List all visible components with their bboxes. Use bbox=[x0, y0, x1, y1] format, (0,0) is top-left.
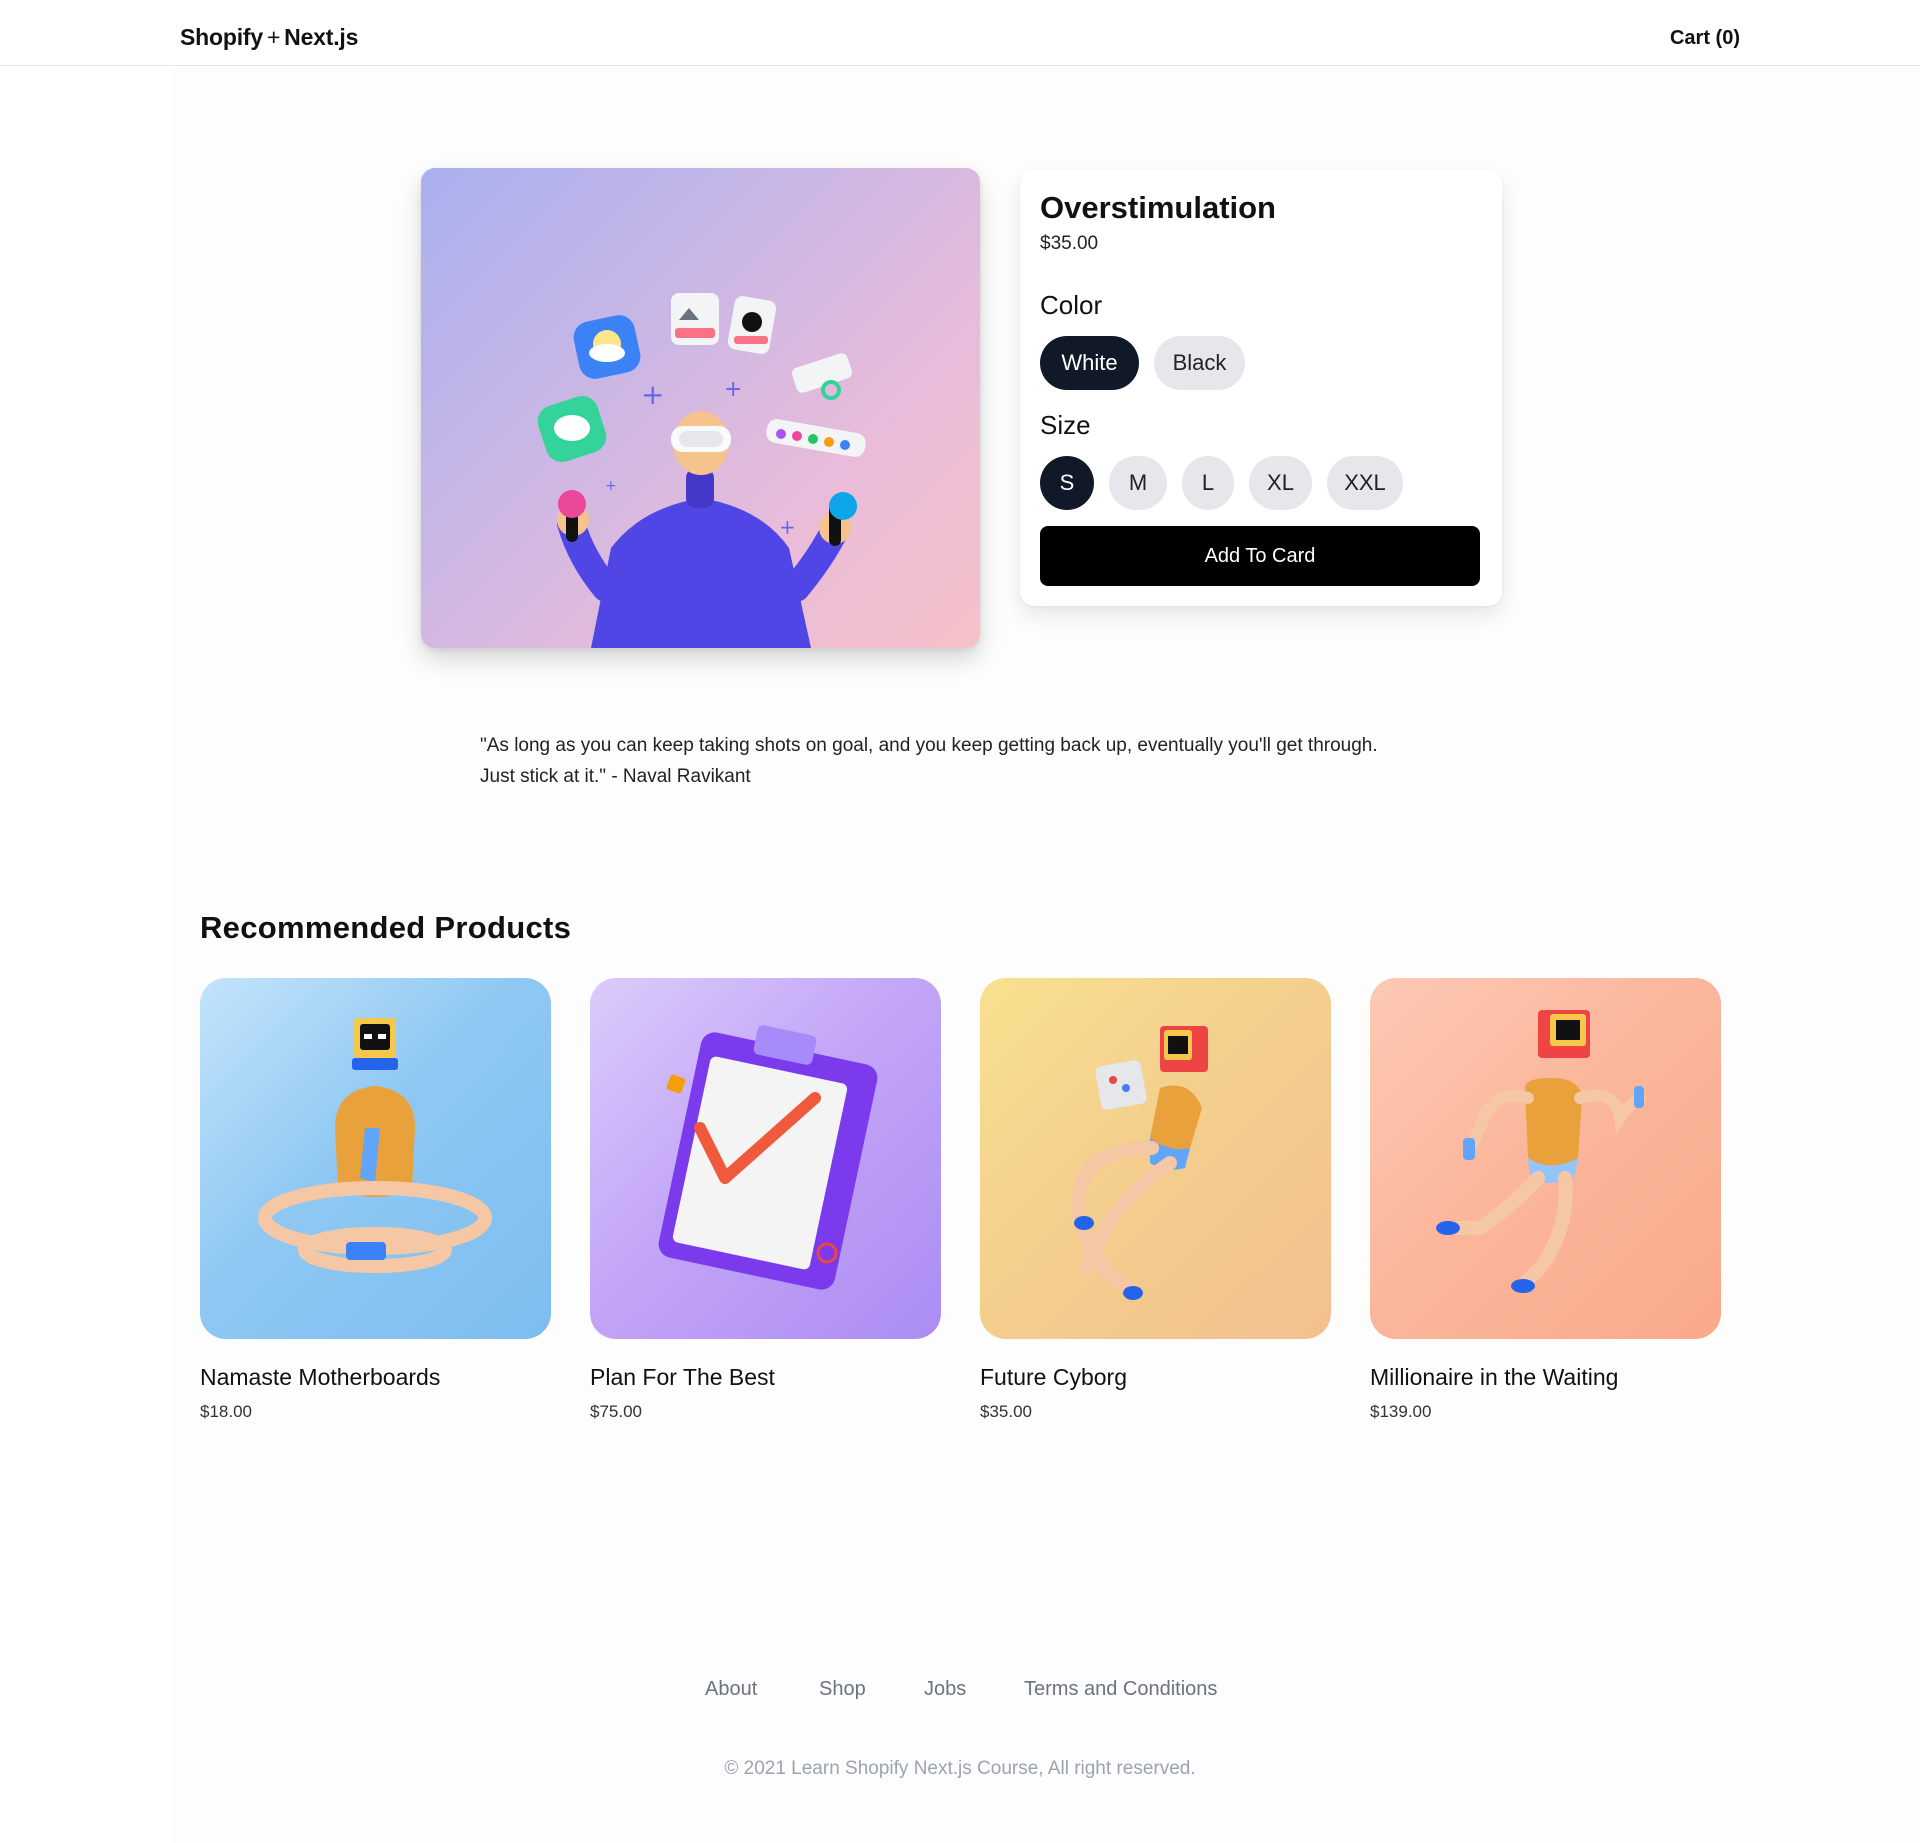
color-option-black[interactable]: Black bbox=[1154, 336, 1245, 390]
product-card-name[interactable]: Millionaire in the Waiting bbox=[1370, 1364, 1618, 1391]
running-robot-illustration bbox=[1436, 1010, 1646, 1293]
size-label: Size bbox=[1040, 410, 1091, 440]
vr-juggler-illustration: + + + + bbox=[537, 293, 866, 648]
product-card-image[interactable] bbox=[590, 978, 941, 1339]
footer-link-about[interactable]: About bbox=[705, 1678, 757, 1701]
product-card-millionaire-in-the-waiting[interactable]: Millionaire in the Waiting $139.00 bbox=[1370, 978, 1721, 1421]
product-price: $35.00 bbox=[1040, 233, 1099, 254]
size-option-l[interactable]: L bbox=[1182, 456, 1234, 510]
product-card-image[interactable] bbox=[980, 978, 1331, 1339]
color-option-white[interactable]: White bbox=[1040, 336, 1139, 390]
svg-text:+: + bbox=[605, 478, 617, 494]
product-card-namaste-motherboards[interactable]: Namaste Motherboards $18.00 bbox=[200, 978, 551, 1421]
product-card-price: $139.00 bbox=[1370, 1402, 1432, 1421]
size-option-s[interactable]: S bbox=[1040, 456, 1094, 510]
product-card-future-cyborg[interactable]: Future Cyborg $35.00 bbox=[980, 978, 1331, 1421]
add-to-cart-button[interactable]: Add To Card bbox=[1040, 526, 1480, 586]
product-card-image[interactable] bbox=[200, 978, 551, 1339]
product-card-name[interactable]: Future Cyborg bbox=[980, 1364, 1127, 1391]
footer-nav: About Shop Jobs Terms and Conditions bbox=[0, 1678, 1920, 1708]
product-details-panel: Overstimulation $35.00 Color White Black… bbox=[1020, 170, 1502, 606]
size-option-xxl[interactable]: XXL bbox=[1327, 456, 1403, 510]
svg-text:+: + bbox=[779, 515, 796, 539]
product-card-price: $35.00 bbox=[980, 1402, 1032, 1421]
product-image: + + + + bbox=[421, 168, 980, 648]
svg-text:+: + bbox=[724, 377, 742, 402]
recommended-title: Recommended Products bbox=[200, 910, 572, 945]
product-card-name[interactable]: Namaste Motherboards bbox=[200, 1364, 440, 1391]
product-card-plan-for-the-best[interactable]: Plan For The Best $75.00 bbox=[590, 978, 941, 1421]
logo-nextjs: Next.js bbox=[284, 24, 359, 50]
quote-line-2: Just stick at it." - Naval Ravikant bbox=[480, 766, 751, 787]
meditating-robot-illustration bbox=[258, 1018, 492, 1273]
logo-shopify: Shopify bbox=[180, 24, 263, 50]
product-card-image[interactable] bbox=[1370, 978, 1721, 1339]
quote-line-1: "As long as you can keep taking shots on… bbox=[480, 735, 1378, 756]
product-title: Overstimulation bbox=[1040, 190, 1276, 225]
footer-link-shop[interactable]: Shop bbox=[819, 1678, 866, 1701]
size-option-m[interactable]: M bbox=[1109, 456, 1167, 510]
site-header: Shopify + Next.js Cart (0) bbox=[0, 0, 1920, 66]
logo-plus: + bbox=[266, 24, 281, 50]
cyborg-robot-illustration bbox=[1071, 1026, 1208, 1300]
product-card-price: $75.00 bbox=[590, 1402, 642, 1421]
footer-copyright: © 2021 Learn Shopify Next.js Course, All… bbox=[724, 1758, 1196, 1779]
size-option-xl[interactable]: XL bbox=[1249, 456, 1312, 510]
site-logo[interactable]: Shopify + Next.js bbox=[180, 24, 358, 51]
svg-text:+: + bbox=[641, 378, 664, 411]
product-card-price: $18.00 bbox=[200, 1402, 252, 1421]
cart-link[interactable]: Cart (0) bbox=[1670, 27, 1740, 50]
product-card-name[interactable]: Plan For The Best bbox=[590, 1364, 775, 1391]
footer-link-jobs[interactable]: Jobs bbox=[924, 1678, 966, 1701]
clipboard-checkmark-illustration bbox=[658, 1025, 878, 1290]
footer-link-terms[interactable]: Terms and Conditions bbox=[1024, 1678, 1217, 1701]
product-quote: "As long as you can keep taking shots on… bbox=[480, 730, 1460, 792]
color-label: Color bbox=[1040, 290, 1103, 320]
